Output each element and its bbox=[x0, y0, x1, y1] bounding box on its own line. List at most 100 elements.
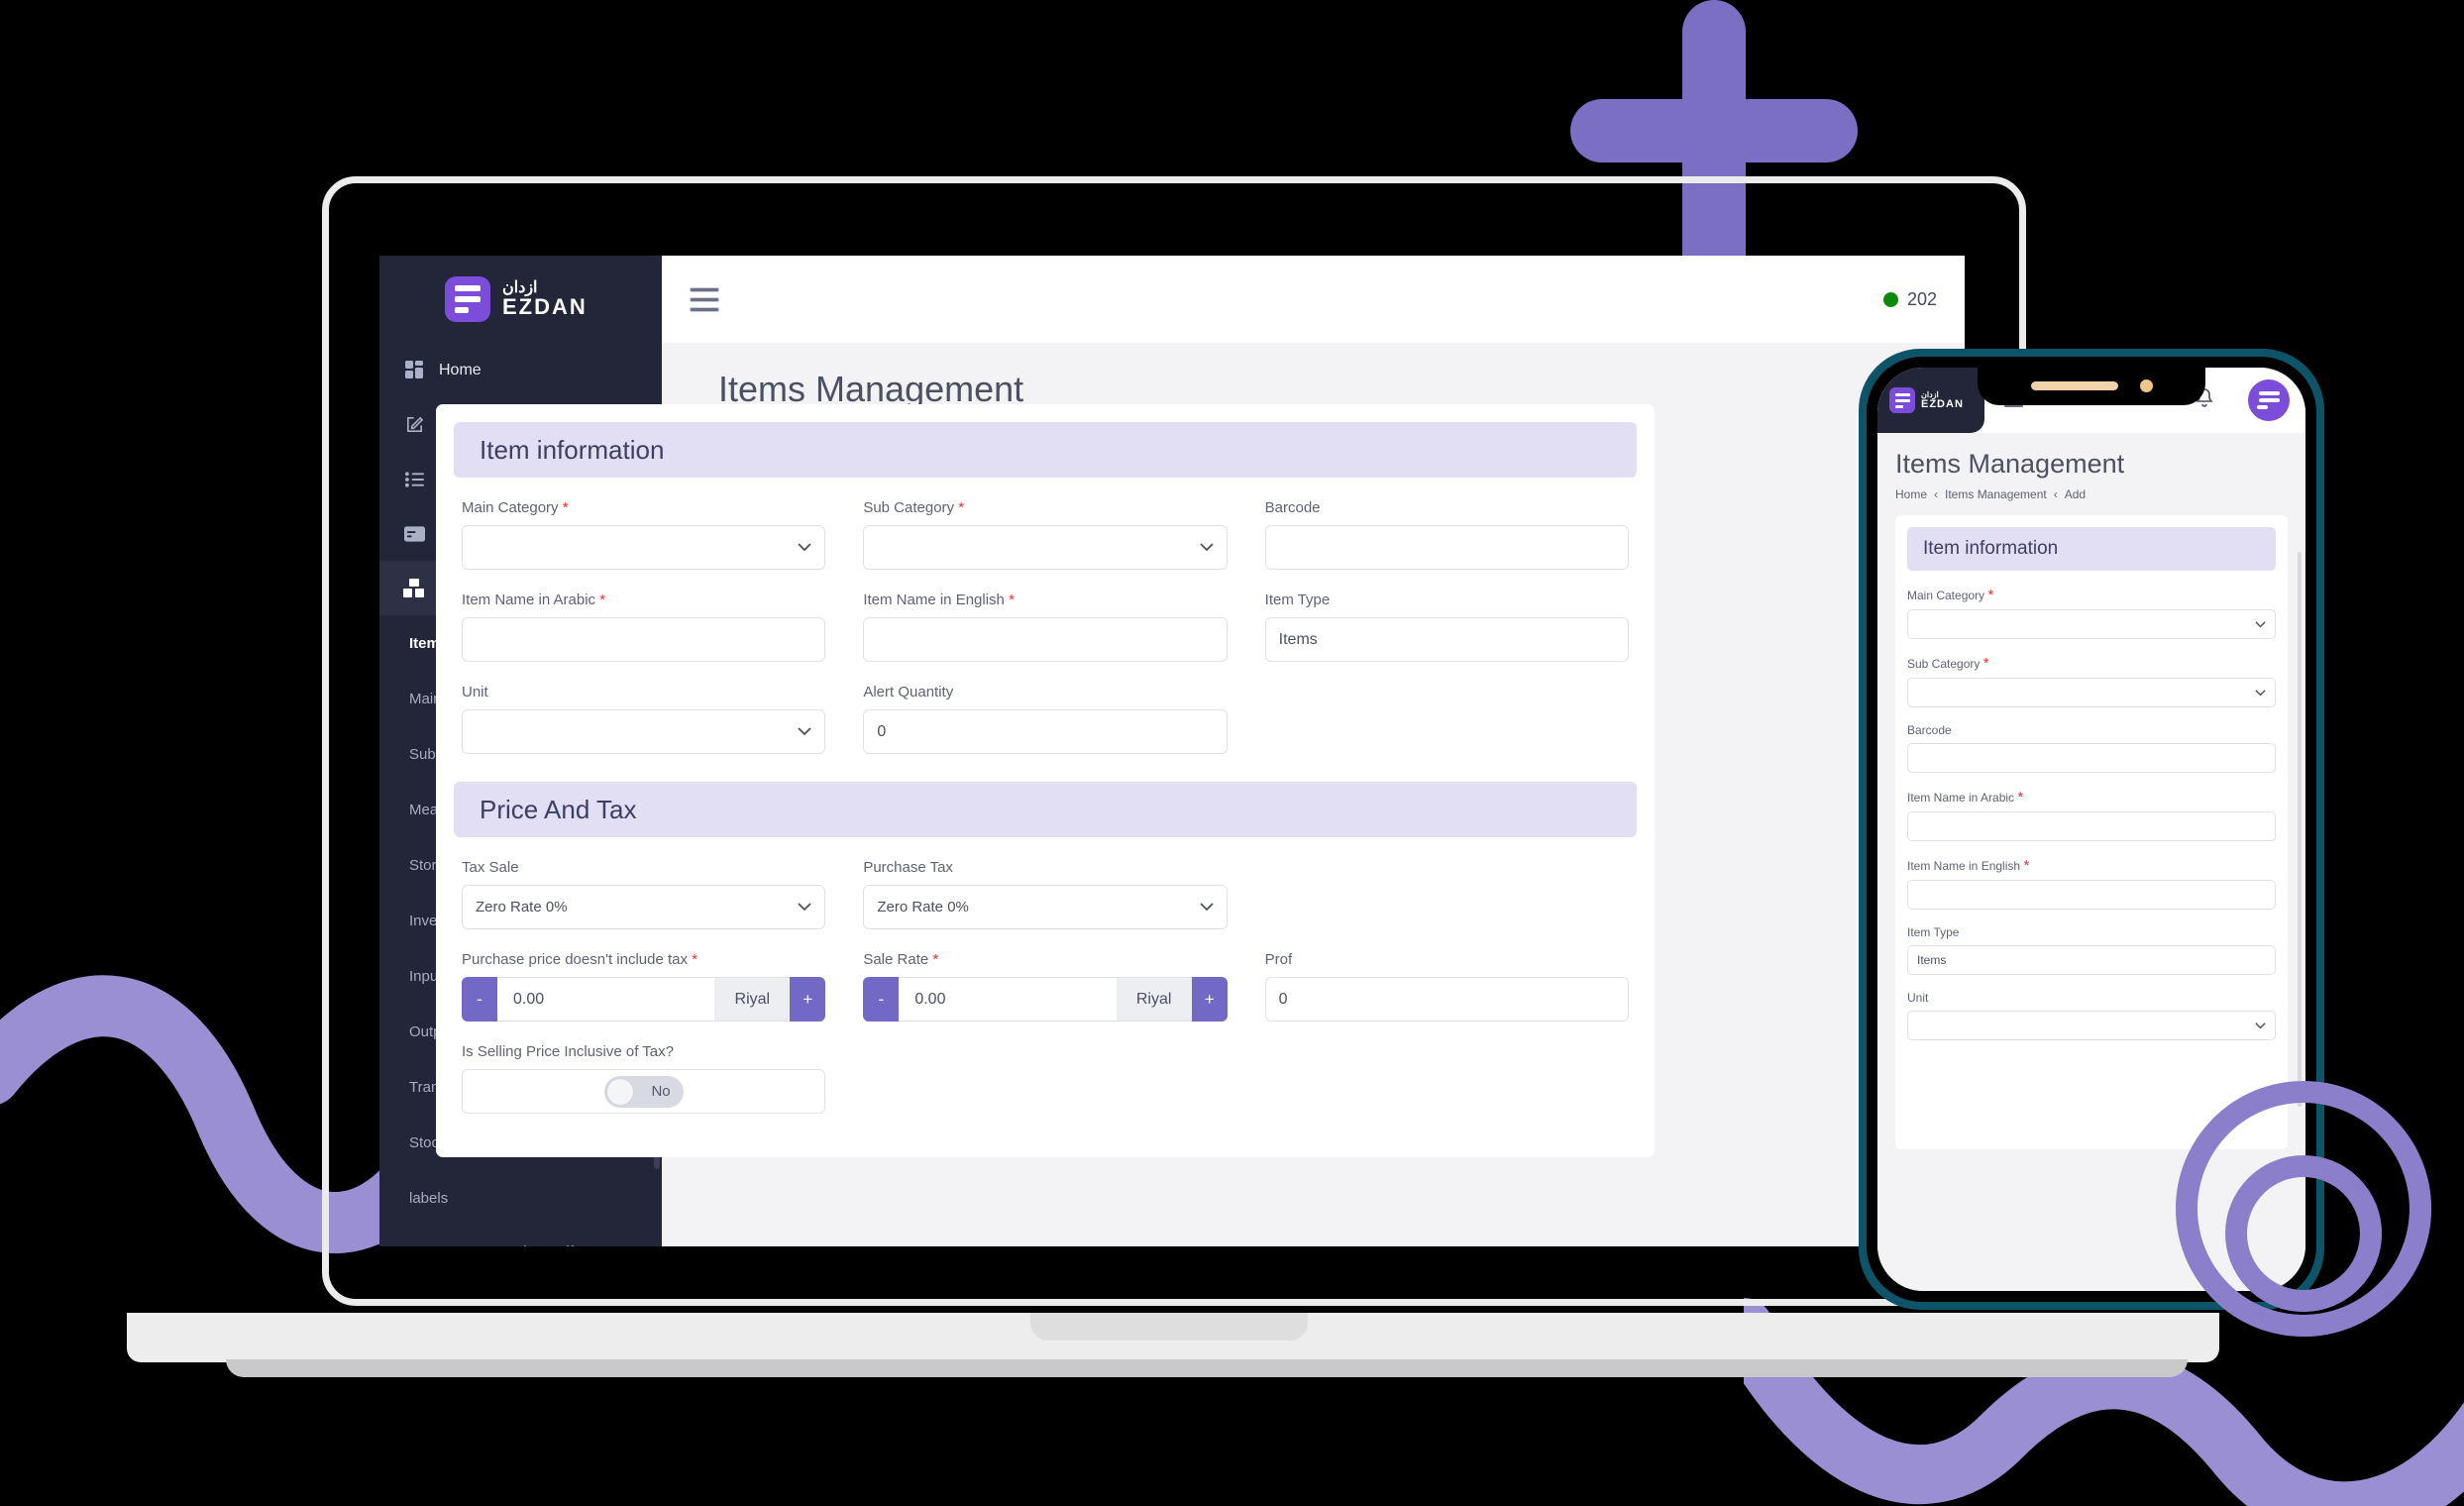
phone-field-barcode: Barcode bbox=[1907, 723, 2276, 773]
required-asterisk: * bbox=[599, 592, 606, 608]
item-name-english-input[interactable] bbox=[863, 617, 1228, 662]
item-name-arabic-input[interactable] bbox=[462, 617, 826, 662]
laptop-foot bbox=[226, 1359, 2188, 1377]
increment-button[interactable]: + bbox=[1191, 977, 1228, 1022]
phone-field-main-category: Main Category * bbox=[1907, 587, 2276, 639]
decrement-button[interactable]: - bbox=[462, 977, 497, 1022]
phone-sub-category-select[interactable] bbox=[1907, 678, 2276, 707]
breadcrumb-separator-icon: ‹ bbox=[1934, 487, 1939, 501]
phone-notch bbox=[1978, 368, 2205, 405]
alert-quantity-input[interactable]: 0 bbox=[863, 709, 1228, 754]
phone-field-unit: Unit bbox=[1907, 991, 2276, 1040]
brand-english: EZDAN bbox=[1921, 397, 1964, 410]
brand-logo[interactable]: ازدان EZDAN bbox=[379, 256, 662, 343]
profit-input[interactable]: 0 bbox=[1264, 977, 1629, 1022]
sidebar-item-label: Home bbox=[439, 361, 482, 378]
sidebar-item-home[interactable]: Home bbox=[379, 343, 662, 397]
chevron-down-icon bbox=[2255, 686, 2266, 699]
phone-item-type-input[interactable]: Items bbox=[1907, 945, 2276, 975]
form-card: Item information Main Category * Sub Cat… bbox=[436, 404, 1655, 1157]
currency-label: Riyal bbox=[1116, 977, 1192, 1022]
phone-breadcrumb: Home ‹ Items Management ‹ Add bbox=[1895, 487, 2288, 501]
phone-field-sub-category: Sub Category * bbox=[1907, 655, 2276, 707]
poster-stage: ازدان EZDAN Home Sales › bbox=[0, 0, 2464, 1506]
unit-select[interactable] bbox=[462, 709, 826, 754]
label-purchase-tax: Purchase Tax bbox=[863, 859, 953, 876]
phone-screen: POS ازدان EZDAN bbox=[1877, 368, 2305, 1291]
field-selling-inclusive: Is Selling Price Inclusive of Tax? No bbox=[462, 1043, 826, 1114]
status-dot-icon bbox=[1882, 291, 1898, 307]
sidebar-subitem-labels[interactable]: labels bbox=[379, 1170, 662, 1226]
label-tax-sale: Tax Sale bbox=[462, 859, 519, 876]
chevron-down-icon bbox=[798, 539, 811, 557]
label-barcode: Barcode bbox=[1264, 499, 1321, 516]
sub-category-select[interactable] bbox=[863, 525, 1228, 570]
phone-label-unit: Unit bbox=[1907, 991, 1929, 1005]
item-information-grid: Main Category * Sub Category * Barcode I… bbox=[436, 478, 1655, 782]
edit-icon bbox=[401, 415, 427, 434]
sale-rate-input[interactable]: 0.00 bbox=[899, 977, 1117, 1022]
field-purchase-price: Purchase price doesn't include tax * - 0… bbox=[462, 951, 826, 1022]
required-asterisk: * bbox=[1987, 587, 1994, 603]
section-header-item-information: Item information bbox=[454, 422, 1637, 478]
sale-rate-stepper[interactable]: - 0.00 Riyal + bbox=[863, 977, 1228, 1022]
main-category-select[interactable] bbox=[462, 525, 826, 570]
purchase-price-stepper[interactable]: - 0.00 Riyal + bbox=[462, 977, 826, 1022]
tax-sale-select[interactable]: Zero Rate 0% bbox=[462, 885, 826, 929]
field-item-name-arabic: Item Name in Arabic * bbox=[462, 592, 826, 662]
label-main-category: Main Category * bbox=[462, 499, 569, 516]
phone-label-main-category: Main Category * bbox=[1907, 587, 1994, 603]
barcode-input[interactable] bbox=[1264, 525, 1629, 570]
label-alert-quantity: Alert Quantity bbox=[863, 684, 954, 700]
phone-unit-select[interactable] bbox=[1907, 1011, 2276, 1040]
chevron-down-icon bbox=[2255, 1019, 2266, 1032]
selling-inclusive-toggle-wrap[interactable]: No bbox=[462, 1069, 826, 1114]
field-sub-category: Sub Category * bbox=[863, 499, 1228, 570]
phone-field-item-name-english: Item Name in English * bbox=[1907, 857, 2276, 910]
avatar[interactable] bbox=[2248, 379, 2290, 421]
field-alert-quantity: Alert Quantity 0 bbox=[863, 684, 1228, 754]
phone-field-item-name-arabic: Item Name in Arabic * bbox=[1907, 789, 2276, 841]
breadcrumb-home[interactable]: Home bbox=[1895, 487, 1927, 501]
phone-label-item-type: Item Type bbox=[1907, 925, 1960, 939]
purchase-price-input[interactable]: 0.00 bbox=[497, 977, 715, 1022]
brand-english: EZDAN bbox=[502, 294, 588, 319]
phone-label-sub-category: Sub Category * bbox=[1907, 655, 1989, 672]
chevron-down-icon bbox=[1200, 899, 1214, 916]
handshake-icon bbox=[401, 1246, 427, 1247]
purchase-tax-select[interactable]: Zero Rate 0% bbox=[863, 885, 1228, 929]
laptop-trackpad-notch bbox=[1030, 1313, 1308, 1341]
breadcrumb-items-management[interactable]: Items Management bbox=[1945, 487, 2047, 501]
phone-main-category-select[interactable] bbox=[1907, 609, 2276, 639]
required-asterisk: * bbox=[932, 951, 939, 968]
price-and-tax-grid: Tax Sale Zero Rate 0% Purchase Tax Zero bbox=[436, 837, 1655, 1141]
increment-button[interactable]: + bbox=[790, 977, 826, 1022]
phone-brand-logo[interactable]: ازدان EZDAN bbox=[1877, 368, 1984, 433]
selling-inclusive-toggle[interactable]: No bbox=[603, 1075, 684, 1108]
card-icon bbox=[401, 525, 427, 542]
phone-item-name-english-input[interactable] bbox=[1907, 880, 2276, 910]
phone-form-card: Item information Main Category * Sub Cat… bbox=[1895, 515, 2288, 1149]
desktop-screen: ازدان EZDAN Home Sales › bbox=[379, 256, 1965, 1246]
label-sub-category: Sub Category * bbox=[863, 499, 965, 516]
label-purchase-price: Purchase price doesn't include tax * bbox=[462, 951, 698, 968]
phone-content: Items Management Home ‹ Items Management… bbox=[1877, 433, 2305, 1291]
label-selling-inclusive: Is Selling Price Inclusive of Tax? bbox=[462, 1043, 674, 1060]
field-item-name-english: Item Name in English * bbox=[863, 592, 1228, 662]
sidebar-item-customers-suppliers[interactable]: Customers/Suppliers › bbox=[379, 1226, 662, 1247]
phone-item-name-arabic-input[interactable] bbox=[1907, 811, 2276, 841]
phone-field-item-type: Item Type Items bbox=[1907, 925, 2276, 975]
phone-camera bbox=[2139, 378, 2153, 392]
item-type-input[interactable]: Items bbox=[1264, 617, 1629, 662]
field-tax-sale: Tax Sale Zero Rate 0% bbox=[462, 859, 826, 929]
sidebar-item-label: Customers/Suppliers bbox=[439, 1244, 598, 1247]
status-year-label: 202 bbox=[1906, 288, 1937, 309]
required-asterisk: * bbox=[692, 951, 698, 968]
decrement-button[interactable]: - bbox=[863, 977, 900, 1022]
list-icon bbox=[401, 471, 427, 487]
phone-bezel: POS ازدان EZDAN bbox=[1867, 357, 2316, 1302]
phone-scrollbar[interactable] bbox=[2298, 552, 2302, 1107]
chevron-down-icon bbox=[1200, 539, 1214, 557]
hamburger-menu-icon[interactable] bbox=[690, 286, 719, 312]
phone-barcode-input[interactable] bbox=[1907, 743, 2276, 773]
